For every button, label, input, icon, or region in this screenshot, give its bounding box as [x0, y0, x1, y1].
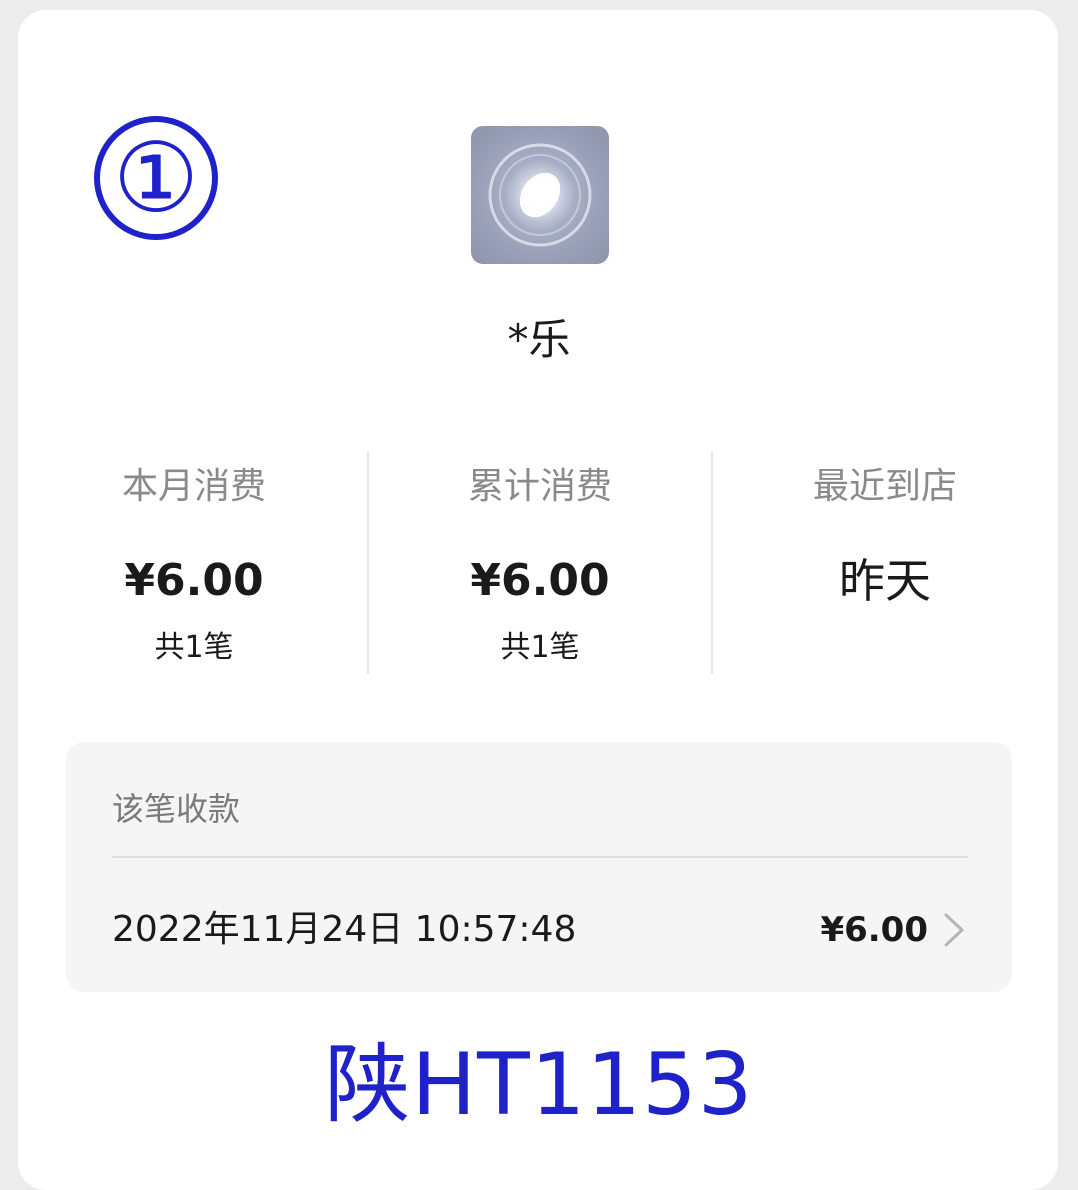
payment-amount: ¥6.00 — [820, 910, 928, 950]
stat-label: 最近到店 — [812, 466, 957, 507]
payment-divider — [112, 856, 968, 858]
stat-value: ¥6.00 — [470, 555, 610, 606]
chevron-right-icon[interactable] — [942, 912, 966, 948]
stat-total-spend: 累计消费 ¥6.00 共1笔 — [368, 460, 712, 668]
merchant-name: *乐 — [507, 315, 571, 364]
stat-monthly-spend: 本月消费 ¥6.00 共1笔 — [22, 460, 366, 668]
payment-section-title: 该笔收款 — [112, 790, 241, 828]
stat-label: 本月消费 — [121, 466, 266, 507]
annotation-marker: ① — [94, 116, 218, 240]
stat-value: ¥6.00 — [124, 555, 264, 606]
payment-datetime: 2022年11月24日 10:57:48 — [112, 909, 577, 950]
glowing-orb-icon — [488, 143, 592, 247]
stat-label: 累计消费 — [467, 466, 612, 507]
stat-last-visit: 最近到店 昨天 — [713, 460, 1057, 608]
merchant-avatar — [471, 126, 609, 264]
license-plate-annotation: 陕HT1153 — [324, 1035, 754, 1135]
stat-value: 昨天 — [839, 554, 931, 608]
payment-row[interactable]: 2022年11月24日 10:57:48 ¥6.00 — [112, 906, 968, 954]
stat-count: 共1笔 — [154, 630, 234, 665]
stat-count: 共1笔 — [500, 630, 580, 665]
payment-section: 该笔收款 2022年11月24日 10:57:48 ¥6.00 — [66, 742, 1012, 992]
